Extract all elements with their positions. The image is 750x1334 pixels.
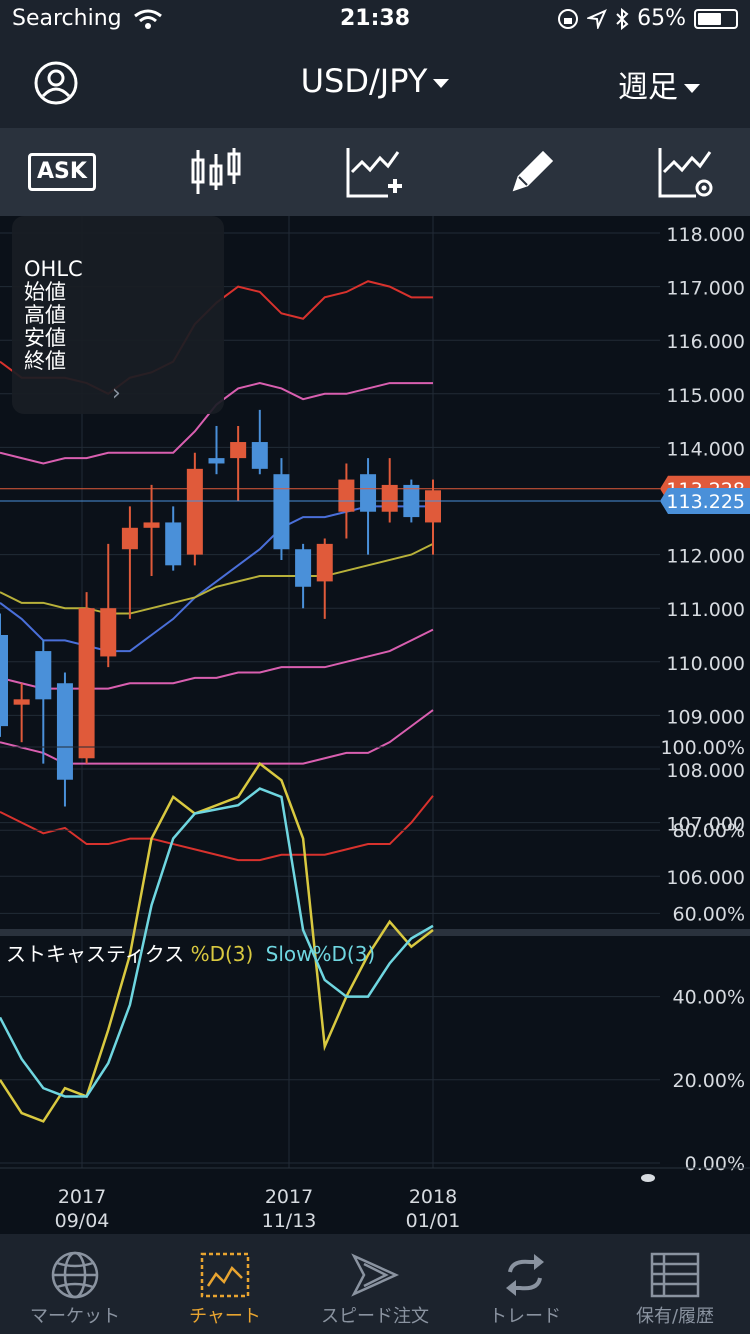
candle [186,452,203,566]
candle-body [338,479,355,512]
stochastic-label: ストキャスティクス [6,942,185,966]
trade-icon [506,1254,544,1296]
scroll-indicator [641,1174,655,1182]
location-icon [587,8,608,29]
tab-label: スピード注文 [321,1306,429,1327]
x-tick-date: 01/01 [406,1210,461,1232]
x-tick-date: 09/04 [55,1210,110,1232]
chart-type-button[interactable] [176,142,256,202]
stochastic-tick-label: 0.00% [685,1153,745,1175]
x-tick-date: 11/13 [262,1210,317,1232]
candle-body [143,522,160,528]
ask-label: ASK [28,153,96,191]
pane-divider [0,929,750,936]
candle-body [360,474,377,512]
y-tick-label: 110.000 [666,653,745,675]
candle-body [186,468,203,555]
chevron-right-icon[interactable]: › [112,381,121,406]
tab-bar: マーケット チャート スピード注文 トレード 保有/履歴 [0,1234,750,1334]
candle-body [100,608,117,657]
candle-body [0,635,8,727]
rotation-lock-icon [558,8,579,29]
pair-label: USD/JPY [300,62,428,100]
candle-body [165,522,182,566]
chart-settings-icon [658,148,713,198]
chart-icon [200,1252,250,1298]
ohlc-lines: OHLC 始値 高値 安値 終値 [24,258,83,373]
speed-icon [351,1253,400,1297]
globe-icon [51,1251,99,1299]
stochastic-tick-label: 80.00% [673,820,745,842]
y-tick-label: 116.000 [666,331,745,353]
tab-label: トレード [489,1306,561,1327]
chart-settings-button[interactable] [646,142,726,202]
chevron-down-icon [433,78,450,88]
stochastic-tick-label: 100.00% [660,737,745,759]
y-tick-label: 111.000 [666,599,745,621]
candle-body [208,458,225,464]
ohlc-line: OHLC [24,257,83,281]
y-tick-label: 118.000 [666,224,745,246]
y-tick-label: 106.000 [666,867,745,889]
stochastic-tick-label: 60.00% [673,903,745,925]
candle-body [230,442,247,459]
y-tick-label: 109.000 [666,706,745,728]
bid-price-label: 113.225 [666,491,745,513]
stochastic-tick-label: 20.00% [673,1070,745,1092]
candle-body [56,683,73,780]
tab-trade[interactable]: トレード [450,1234,600,1334]
candle-body [251,442,268,469]
tab-label: チャート [189,1306,261,1327]
tab-speed-order[interactable]: スピード注文 [300,1234,450,1334]
y-tick-label: 112.000 [666,546,745,568]
period-selector[interactable]: 週足 [618,62,700,106]
y-tick-label: 117.000 [666,278,745,300]
add-indicator-icon [346,148,402,198]
history-icon [650,1252,700,1298]
ohlc-line: 安値 [24,326,66,350]
candle [78,592,95,764]
x-tick-year: 2018 [409,1186,457,1208]
battery-percent: 65% [637,6,686,31]
candle-body [425,490,441,523]
bluetooth-icon [616,7,629,30]
tab-label: 保有/履歴 [635,1306,715,1327]
y-tick-label: 108.000 [666,760,745,782]
x-tick-year: 2017 [58,1186,106,1208]
draw-button[interactable] [492,142,572,202]
tab-market[interactable]: マーケット [0,1234,150,1334]
pencil-icon [512,150,554,192]
candle-body [78,608,95,759]
tab-label: マーケット [30,1306,120,1327]
x-tick-year: 2017 [265,1186,313,1208]
stochastic-slow-label: Slow%D(3) [265,942,376,966]
status-bar: Searching 21:38 65% [0,0,750,42]
nav-bar: USD/JPY 週足 [0,42,750,128]
tab-history[interactable]: 保有/履歴 [600,1234,750,1334]
candle-body [316,543,333,582]
candle-body [273,474,290,550]
candle-body [13,699,30,705]
tab-chart[interactable]: チャート [150,1234,300,1334]
battery-icon [694,8,738,29]
candle-body [121,527,138,550]
ask-button[interactable]: ASK [22,142,102,202]
stochastic-d-label: %D(3) [190,942,254,966]
chart-toolbar: ASK [0,128,750,216]
stochastic-tick-label: 40.00% [673,987,745,1009]
y-tick-label: 114.000 [666,438,745,460]
ohlc-line: 始値 [24,280,66,304]
candle-body [295,549,312,587]
period-label: 週足 [618,70,678,105]
y-tick-label: 115.000 [666,385,745,407]
stochastic-title: ストキャスティクス %D(3) Slow%D(3) [6,938,375,967]
ohlc-line: 高値 [24,303,66,327]
candle-body [35,651,52,700]
ohlc-info-panel[interactable]: OHLC 始値 高値 安値 終値 › [12,216,224,414]
chevron-down-icon [684,84,700,93]
ohlc-line: 終値 [24,349,66,373]
candlestick-icon [191,148,241,194]
add-indicator-button[interactable] [334,142,414,202]
